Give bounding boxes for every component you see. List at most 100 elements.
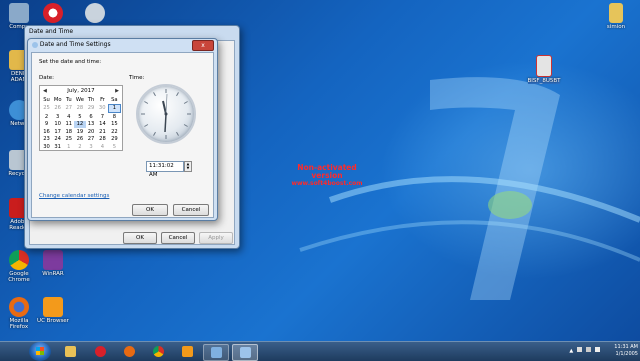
- calendar-day[interactable]: 26: [74, 136, 85, 144]
- analog-clock: [136, 84, 196, 144]
- weekday-label: We: [75, 97, 84, 103]
- calendar-day[interactable]: 3: [86, 143, 97, 151]
- calendar-day[interactable]: 15: [108, 121, 120, 129]
- calendar-week-row: 25 26 27 28 29 30 1: [41, 103, 122, 113]
- calendar-day[interactable]: 5: [108, 143, 120, 151]
- calendar-day[interactable]: 4: [63, 113, 74, 121]
- calendar-day[interactable]: 18: [63, 128, 74, 136]
- calendar-day[interactable]: 10: [52, 121, 63, 129]
- taskbar-control-panel[interactable]: [203, 344, 229, 361]
- calendar-day[interactable]: 30: [41, 143, 52, 151]
- date-label: Date:: [39, 75, 54, 81]
- calendar-day[interactable]: 4: [97, 143, 109, 151]
- date-time-icon: [239, 347, 251, 358]
- calendar-day[interactable]: 22: [108, 128, 120, 136]
- start-button[interactable]: [29, 342, 51, 361]
- folder-icon: [64, 346, 76, 357]
- minute-hand: [164, 113, 167, 133]
- taskbar-clock[interactable]: 11:31 AM 1/1/2005: [614, 344, 638, 358]
- calendar-day[interactable]: 29: [86, 104, 97, 113]
- calendar-day[interactable]: 29: [108, 136, 120, 144]
- calendar-day[interactable]: 27: [63, 104, 74, 113]
- calendar-day[interactable]: 25: [63, 136, 74, 144]
- cancel-button[interactable]: Cancel: [161, 232, 195, 244]
- calendar-day[interactable]: 1: [63, 143, 74, 151]
- calendar-day[interactable]: 28: [74, 104, 85, 113]
- weekday-label: Fr: [100, 97, 105, 103]
- calendar-day[interactable]: 3: [52, 113, 63, 121]
- time-spinner[interactable]: ▲ ▼: [184, 161, 192, 172]
- calendar-day-selected[interactable]: 1: [107, 103, 122, 113]
- date-time-settings-dialog: Date and Time Settings x Set the date an…: [27, 38, 218, 221]
- calendar-grid: Su Mo Tu We Th Fr Sa 25 26 27 28 29 30 1…: [41, 96, 122, 151]
- document-icon: [536, 55, 552, 77]
- taskbar-date-time[interactable]: [232, 344, 258, 361]
- clock-small-icon: [32, 41, 38, 48]
- uc-browser-icon: [181, 346, 193, 357]
- taskbar-firefox[interactable]: [117, 344, 141, 359]
- dialog-titlebar[interactable]: Date and Time Settings x: [28, 39, 217, 51]
- change-calendar-settings-link[interactable]: Change calendar settings: [39, 193, 109, 199]
- weekday-label: Th: [87, 97, 95, 103]
- desktop-icon-file[interactable]: BISF_8U5BT: [527, 55, 561, 84]
- taskbar-explorer[interactable]: [58, 344, 82, 359]
- time-input[interactable]: 11:31:02 AM: [146, 161, 184, 178]
- calendar-day[interactable]: 30: [97, 104, 109, 113]
- calendar-day[interactable]: 21: [97, 128, 109, 136]
- spin-down-icon[interactable]: ▼: [185, 166, 191, 170]
- time-label: Time:: [129, 75, 145, 81]
- weekday-header-row: Su Mo Tu We Th Fr Sa: [41, 96, 121, 104]
- calendar-day[interactable]: 14: [97, 121, 109, 129]
- next-month-arrow-icon[interactable]: ▶: [115, 86, 119, 96]
- calendar-day[interactable]: 16: [41, 128, 52, 136]
- network-shortcut-icon: [85, 3, 105, 23]
- close-button[interactable]: x: [192, 40, 214, 51]
- calendar-day[interactable]: 23: [41, 136, 52, 144]
- calendar-day[interactable]: 11: [63, 121, 74, 129]
- calendar-day[interactable]: 13: [86, 121, 97, 129]
- calendar-day[interactable]: 19: [74, 128, 85, 136]
- dialog-cancel-button[interactable]: Cancel: [173, 204, 209, 216]
- previous-month-arrow-icon[interactable]: ◀: [43, 86, 47, 96]
- taskbar-opera[interactable]: [88, 344, 112, 359]
- calendar-day[interactable]: 2: [74, 143, 85, 151]
- network-icon[interactable]: [586, 347, 592, 352]
- desktop-icon-firefox[interactable]: Mozilla Firefox: [2, 297, 36, 330]
- calendar-day[interactable]: 9: [41, 121, 52, 129]
- desktop-icon-uc-browser[interactable]: UC Browser: [36, 297, 70, 324]
- month-label[interactable]: July, 2017: [67, 88, 94, 94]
- taskbar-uc-browser[interactable]: [175, 344, 199, 359]
- instruction-text: Set the date and time:: [39, 59, 102, 65]
- taskbar-chrome[interactable]: [146, 344, 170, 359]
- hour-hand: [162, 100, 167, 115]
- calendar-day[interactable]: 2: [41, 113, 52, 121]
- calendar-day[interactable]: 20: [86, 128, 97, 136]
- ok-button[interactable]: OK: [123, 232, 157, 244]
- calendar-day[interactable]: 5: [74, 113, 85, 121]
- calendar-day[interactable]: 6: [86, 113, 97, 121]
- tray-arrow-icon[interactable]: ▲: [569, 348, 573, 354]
- watermark: Non-activated version www.soft4boost.com: [291, 163, 363, 188]
- calendar-day[interactable]: 28: [97, 136, 109, 144]
- flag-icon[interactable]: [577, 347, 583, 352]
- desktop-icon-winrar[interactable]: WinRAR: [36, 250, 70, 277]
- calendar-day[interactable]: 25: [41, 104, 52, 113]
- desktop-icon-google-chrome[interactable]: Google Chrome: [2, 250, 36, 283]
- calendar-day[interactable]: 7: [97, 113, 109, 121]
- dialog-ok-button[interactable]: OK: [132, 204, 168, 216]
- calendar-day[interactable]: 8: [108, 113, 120, 121]
- calendar-day[interactable]: 31: [52, 143, 63, 151]
- windows-logo-icon: [36, 347, 44, 355]
- calendar-day[interactable]: 27: [86, 136, 97, 144]
- window-titlebar[interactable]: Date and Time: [25, 26, 239, 38]
- apply-button[interactable]: Apply: [199, 232, 233, 244]
- calendar-week-row: 2 3 4 5 6 7 8: [41, 113, 121, 121]
- calendar-day[interactable]: 17: [52, 128, 63, 136]
- desktop-icon-opera[interactable]: [36, 3, 70, 24]
- calendar-day[interactable]: 24: [52, 136, 63, 144]
- desktop-icon-network-shortcut[interactable]: [78, 3, 112, 24]
- volume-icon[interactable]: [595, 347, 600, 352]
- calendar-day-hovered[interactable]: 12: [74, 120, 86, 128]
- desktop-icon-simion[interactable]: simion: [599, 3, 633, 30]
- calendar-day[interactable]: 26: [52, 104, 63, 113]
